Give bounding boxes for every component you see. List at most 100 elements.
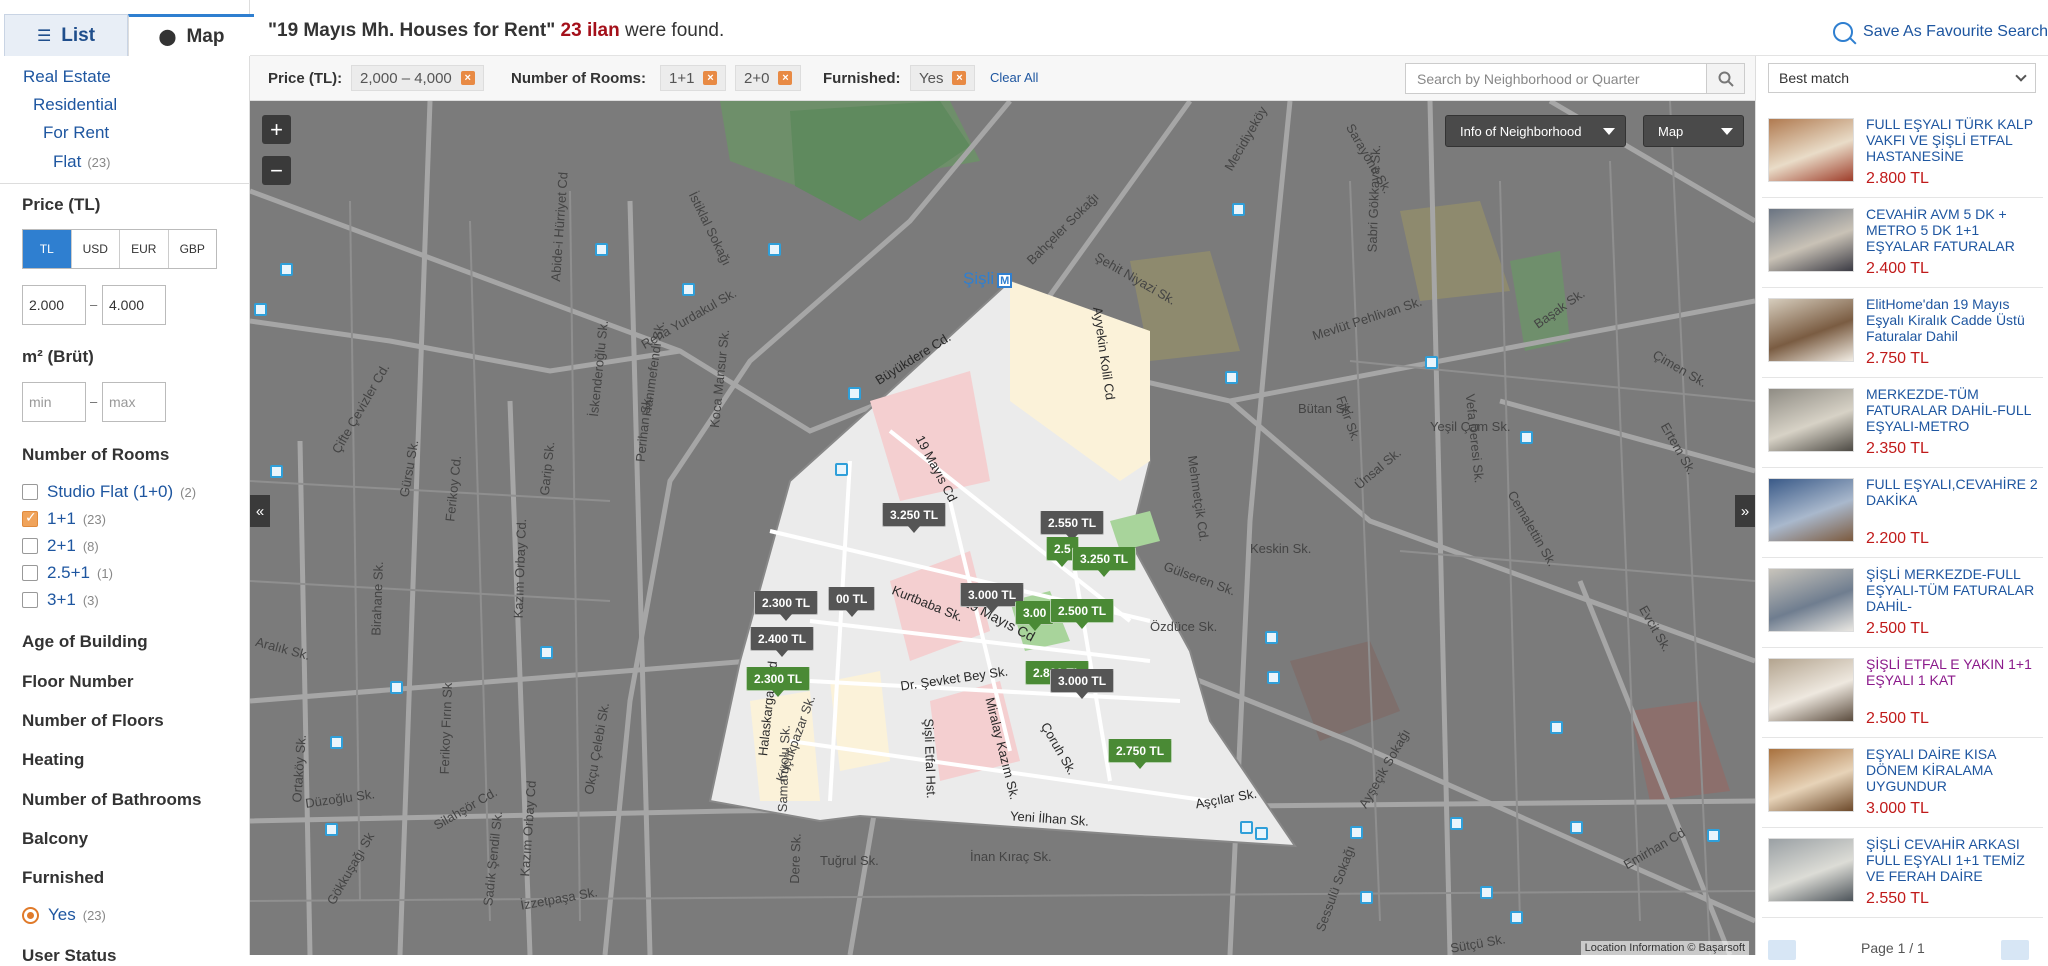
bus-stop-icon[interactable] bbox=[848, 387, 861, 400]
bus-stop-icon[interactable] bbox=[1360, 891, 1373, 904]
bus-stop-icon[interactable] bbox=[1550, 721, 1563, 734]
crumb-for-rent[interactable]: For Rent bbox=[43, 123, 109, 143]
price-marker[interactable]: 2.550 TL bbox=[1040, 511, 1105, 541]
checkbox[interactable] bbox=[22, 484, 38, 500]
remove-filter-icon[interactable]: × bbox=[952, 71, 967, 85]
remove-filter-icon[interactable]: × bbox=[703, 71, 718, 85]
currency-tl-button[interactable]: TL bbox=[23, 230, 72, 268]
listing-title[interactable]: FULL EŞYALI,CEVAHİRE 2 DAKİKA bbox=[1866, 476, 2041, 508]
listing-item[interactable]: FULL EŞYALI TÜRK KALP VAKFI VE ŞİŞLİ ETF… bbox=[1762, 108, 2043, 198]
listing-item[interactable]: FULL EŞYALI,CEVAHİRE 2 DAKİKA 2.200 TL bbox=[1762, 468, 2043, 558]
search-button[interactable] bbox=[1706, 64, 1744, 93]
checkbox[interactable] bbox=[22, 538, 38, 554]
bus-stop-icon[interactable] bbox=[1480, 886, 1493, 899]
price-marker[interactable]: 2.500 TL bbox=[1050, 599, 1115, 629]
crumb-real-estate[interactable]: Real Estate bbox=[23, 67, 111, 87]
listing-item[interactable]: ŞİŞLİ ETFAL E YAKIN 1+1 EŞYALI 1 KAT 2.50… bbox=[1762, 648, 2043, 738]
bus-stop-icon[interactable] bbox=[330, 736, 343, 749]
listing-thumbnail[interactable] bbox=[1768, 298, 1854, 362]
checkbox[interactable] bbox=[22, 565, 38, 581]
bus-stop-icon[interactable] bbox=[1350, 826, 1363, 839]
room-option-3-1[interactable]: 3+1 (3) bbox=[22, 589, 99, 611]
heating-section[interactable]: Heating bbox=[22, 750, 84, 770]
listing-item[interactable]: EŞYALI DAİRE KISA DÖNEM KİRALAMA UYGUNDU… bbox=[1762, 738, 2043, 828]
listing-title[interactable]: ElitHome'dan 19 Mayıs Eşyalı Kiralık Cad… bbox=[1866, 296, 2041, 344]
bus-stop-icon[interactable] bbox=[682, 283, 695, 296]
bus-stop-icon[interactable] bbox=[595, 243, 608, 256]
bus-stop-icon[interactable] bbox=[540, 646, 553, 659]
bus-stop-icon[interactable] bbox=[1520, 431, 1533, 444]
price-max-input[interactable]: 4.000 bbox=[102, 285, 166, 325]
listing-thumbnail[interactable] bbox=[1768, 658, 1854, 722]
bus-stop-icon[interactable] bbox=[835, 463, 848, 476]
bus-stop-icon[interactable] bbox=[325, 823, 338, 836]
price-marker[interactable]: 2.300 TL bbox=[746, 667, 811, 697]
balcony-section[interactable]: Balcony bbox=[22, 829, 88, 849]
price-marker[interactable]: 00 TL bbox=[828, 587, 876, 617]
sort-dropdown[interactable]: Best match bbox=[1768, 63, 2036, 93]
collapse-left-panel-button[interactable]: « bbox=[250, 495, 270, 527]
bus-stop-icon[interactable] bbox=[270, 465, 283, 478]
price-marker[interactable]: 2.750 TL bbox=[1108, 739, 1173, 769]
bus-stop-icon[interactable] bbox=[1450, 817, 1463, 830]
bus-stop-icon[interactable] bbox=[1255, 827, 1268, 840]
price-marker[interactable]: 3.250 TL bbox=[1072, 547, 1137, 577]
listing-title[interactable]: ŞİŞLİ CEVAHİR ARKASI FULL EŞYALI 1+1 TEM… bbox=[1866, 836, 2041, 884]
bus-stop-icon[interactable] bbox=[1225, 371, 1238, 384]
listing-thumbnail[interactable] bbox=[1768, 568, 1854, 632]
map-canvas[interactable] bbox=[250, 101, 1755, 955]
listing-thumbnail[interactable] bbox=[1768, 838, 1854, 902]
bus-stop-icon[interactable] bbox=[280, 263, 293, 276]
bathrooms-section[interactable]: Number of Bathrooms bbox=[22, 790, 201, 810]
listing-item[interactable]: ŞİŞLİ CEVAHİR ARKASI FULL EŞYALI 1+1 TEM… bbox=[1762, 828, 2043, 918]
furnished-option-yes[interactable]: Yes (23) bbox=[22, 904, 106, 926]
listing-map[interactable]: Büyükdere Cd. Ayyekin Kolil Cd 19 Mayıs … bbox=[250, 101, 1755, 955]
listing-title[interactable]: FULL EŞYALI TÜRK KALP VAKFI VE ŞİŞLİ ETF… bbox=[1866, 116, 2041, 164]
listing-title[interactable]: ŞİŞLİ ETFAL E YAKIN 1+1 EŞYALI 1 KAT bbox=[1866, 656, 2041, 688]
bus-stop-icon[interactable] bbox=[1707, 829, 1720, 842]
crumb-residential[interactable]: Residential bbox=[33, 95, 117, 115]
checkbox[interactable] bbox=[22, 592, 38, 608]
user-status-section[interactable]: User Status bbox=[22, 946, 116, 966]
bus-stop-icon[interactable] bbox=[1510, 911, 1523, 924]
age-of-building-section[interactable]: Age of Building bbox=[22, 632, 148, 652]
listing-item[interactable]: ŞİŞLİ MERKEZDE-FULL EŞYALI-TÜM FATURALAR… bbox=[1762, 558, 2043, 648]
price-marker[interactable]: 3.000 TL bbox=[1050, 669, 1115, 699]
radio-selected[interactable] bbox=[22, 906, 39, 924]
price-marker[interactable]: 2.400 TL bbox=[750, 627, 815, 657]
collapse-right-panel-button[interactable]: » bbox=[1735, 495, 1755, 527]
tab-map[interactable]: ⬤ Map bbox=[128, 14, 254, 56]
crumb-flat[interactable]: Flat (23) bbox=[53, 152, 110, 172]
bus-stop-icon[interactable] bbox=[1240, 821, 1253, 834]
bus-stop-icon[interactable] bbox=[1232, 203, 1245, 216]
bus-stop-icon[interactable] bbox=[1267, 671, 1280, 684]
area-max-input[interactable]: max bbox=[102, 382, 166, 422]
listing-thumbnail[interactable] bbox=[1768, 208, 1854, 272]
map-type-dropdown[interactable]: Map bbox=[1643, 115, 1744, 147]
listing-title[interactable]: CEVAHİR AVM 5 DK + METRO 5 DK 1+1 EŞYALA… bbox=[1866, 206, 2041, 254]
room-option-studio[interactable]: Studio Flat (1+0) (2) bbox=[22, 481, 196, 503]
neighborhood-info-dropdown[interactable]: Info of Neighborhood bbox=[1445, 115, 1626, 147]
room-option-1-1[interactable]: 1+1 (23) bbox=[22, 508, 106, 530]
neighborhood-search-input[interactable]: Search by Neighborhood or Quarter bbox=[1406, 71, 1706, 87]
listing-thumbnail[interactable] bbox=[1768, 118, 1854, 182]
listing-title[interactable]: ŞİŞLİ MERKEZDE-FULL EŞYALI-TÜM FATURALAR… bbox=[1866, 566, 2041, 614]
price-min-input[interactable]: 2.000 bbox=[22, 285, 86, 325]
bus-stop-icon[interactable] bbox=[768, 243, 781, 256]
next-page-button[interactable] bbox=[2001, 940, 2029, 960]
prev-page-button[interactable] bbox=[1768, 940, 1796, 960]
price-marker[interactable]: 3.00 bbox=[1015, 601, 1055, 631]
save-favourite-search-link[interactable]: Save As Favourite Search bbox=[1833, 22, 2048, 42]
number-of-floors-section[interactable]: Number of Floors bbox=[22, 711, 164, 731]
currency-usd-button[interactable]: USD bbox=[71, 230, 120, 268]
listing-thumbnail[interactable] bbox=[1768, 478, 1854, 542]
bus-stop-icon[interactable] bbox=[1570, 821, 1583, 834]
zoom-out-button[interactable]: − bbox=[262, 156, 291, 185]
tab-list[interactable]: ☰ List bbox=[4, 14, 128, 56]
room-option-2-5-1[interactable]: 2.5+1 (1) bbox=[22, 562, 113, 584]
listing-item[interactable]: MERKEZDE-TÜM FATURALAR DAHİL-FULL EŞYALI… bbox=[1762, 378, 2043, 468]
bus-stop-icon[interactable] bbox=[1265, 631, 1278, 644]
zoom-in-button[interactable]: + bbox=[262, 115, 291, 144]
listing-thumbnail[interactable] bbox=[1768, 748, 1854, 812]
listing-item[interactable]: CEVAHİR AVM 5 DK + METRO 5 DK 1+1 EŞYALA… bbox=[1762, 198, 2043, 288]
